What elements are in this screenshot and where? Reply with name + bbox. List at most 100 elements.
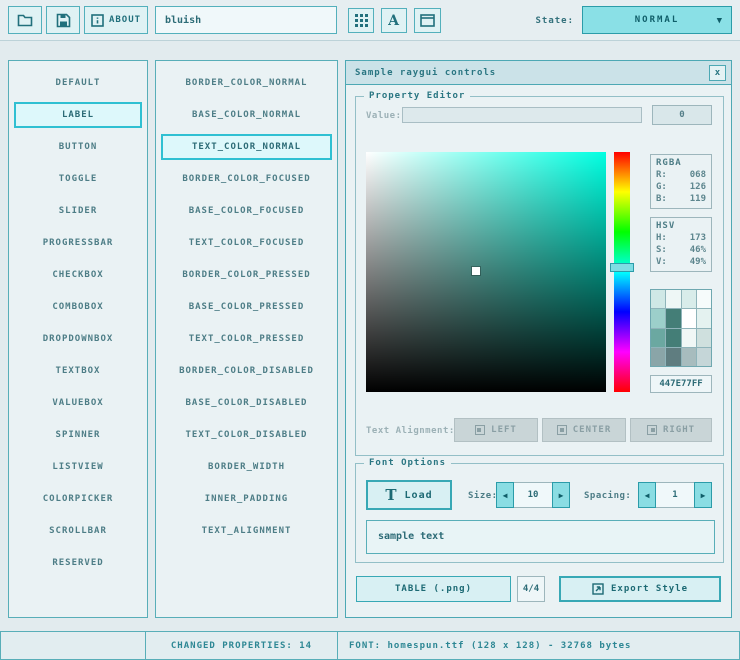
style-property-item[interactable]: TEXT_COLOR_NORMAL [161,134,332,160]
size-value[interactable]: 10 [514,482,552,508]
control-type-item[interactable]: TEXTBOX [14,358,142,384]
style-property-item[interactable]: TEXT_ALIGNMENT [161,518,332,544]
s-value: 46% [690,244,706,256]
style-property-item[interactable]: BASE_COLOR_FOCUSED [161,198,332,224]
size-increase-button[interactable]: ▶ [552,482,570,508]
style-property-item[interactable]: BORDER_COLOR_DISABLED [161,358,332,384]
style-property-item[interactable]: BASE_COLOR_DISABLED [161,390,332,416]
palette-swatch[interactable] [651,290,665,308]
palette-swatch[interactable] [697,348,711,366]
folder-icon [17,13,33,27]
control-type-item[interactable]: DROPDOWNBOX [14,326,142,352]
hue-bar[interactable] [614,152,630,392]
state-label: State: [535,16,574,26]
align-left-label: LEFT [491,425,517,435]
control-type-item[interactable]: COLORPICKER [14,486,142,512]
palette-swatch[interactable] [666,290,680,308]
export-style-button[interactable]: Export Style [559,576,721,602]
control-type-item[interactable]: COMBOBOX [14,294,142,320]
control-type-item[interactable]: SCROLLBAR [14,518,142,544]
hsv-title: HSV [656,221,706,231]
hex-value-box[interactable]: 447E77FF [650,375,712,393]
status-bar: CHANGED PROPERTIES: 14 FONT: homespun.tt… [0,631,740,660]
test-window-button[interactable] [414,8,441,33]
palette-swatch[interactable] [697,329,711,347]
size-label: Size: [468,491,498,501]
size-decrease-button[interactable]: ◀ [496,482,514,508]
palette-swatch[interactable] [666,309,680,327]
s-label: S: [656,244,667,256]
load-style-button[interactable] [8,6,42,34]
style-property-item[interactable]: BORDER_COLOR_NORMAL [161,70,332,96]
window-titlebar: Sample raygui controls x [346,61,731,85]
style-property-item[interactable]: BORDER_COLOR_FOCUSED [161,166,332,192]
palette-swatch[interactable] [651,329,665,347]
style-property-item[interactable]: TEXT_COLOR_PRESSED [161,326,332,352]
style-property-item[interactable]: TEXT_COLOR_FOCUSED [161,230,332,256]
close-button[interactable]: x [709,65,726,81]
control-type-item[interactable]: CHECKBOX [14,262,142,288]
style-table-view-button[interactable] [348,8,374,33]
align-center-icon [557,425,567,435]
h-label: H: [656,232,667,244]
control-type-item[interactable]: LISTVIEW [14,454,142,480]
state-dropdown[interactable]: NORMAL ▼ [582,6,732,34]
load-font-label: Load [405,490,433,501]
palette-swatch[interactable] [651,309,665,327]
style-property-item[interactable]: INNER_PADDING [161,486,332,512]
control-type-item[interactable]: BUTTON [14,134,142,160]
control-type-item[interactable]: DEFAULT [14,70,142,96]
value-box[interactable]: 0 [652,105,712,125]
b-value: 119 [690,193,706,205]
style-property-item[interactable]: BASE_COLOR_NORMAL [161,102,332,128]
style-property-item[interactable]: BORDER_COLOR_PRESSED [161,262,332,288]
load-font-button[interactable]: T Load [366,480,452,510]
font-mode-button[interactable]: A [381,8,407,33]
toolbar: ABOUT A State: NORMAL ▼ [0,0,740,41]
control-type-item[interactable]: RESERVED [14,550,142,576]
control-type-item[interactable]: TOGGLE [14,166,142,192]
font-spacing-spinner: ◀ 1 ▶ [638,482,712,508]
palette-swatch[interactable] [697,290,711,308]
hue-slider-handle[interactable] [610,263,634,272]
property-editor-group: Property Editor Value: 0 RGBA R:068 G:12… [355,96,724,456]
spacing-value[interactable]: 1 [656,482,694,508]
palette-swatch[interactable] [682,348,696,366]
r-value: 068 [690,169,706,181]
save-icon [56,13,71,28]
about-label: ABOUT [109,15,141,25]
font-info-status: FONT: homespun.ttf (128 x 128) - 32768 b… [337,631,740,660]
align-right-button[interactable]: RIGHT [630,418,712,442]
control-type-item[interactable]: SLIDER [14,198,142,224]
palette-swatch[interactable] [697,309,711,327]
style-name-input[interactable] [155,6,337,34]
control-type-item[interactable]: VALUEBOX [14,390,142,416]
palette-swatch[interactable] [651,348,665,366]
palette-swatch[interactable] [682,290,696,308]
value-label: Value: [366,111,402,121]
save-style-button[interactable] [46,6,80,34]
spacing-decrease-button[interactable]: ◀ [638,482,656,508]
palette-swatch[interactable] [666,329,680,347]
text-alignment-label: Text Alignment: [366,426,455,436]
value-slider[interactable] [402,107,642,123]
close-icon: x [715,69,720,78]
align-center-button[interactable]: CENTER [542,418,626,442]
align-left-button[interactable]: LEFT [454,418,538,442]
style-property-item[interactable]: TEXT_COLOR_DISABLED [161,422,332,448]
color-picker-area[interactable] [366,152,606,392]
export-table-button[interactable]: TABLE (.png) [356,576,511,602]
align-left-icon [475,425,485,435]
sample-text-box[interactable]: sample text [366,520,715,554]
spacing-increase-button[interactable]: ▶ [694,482,712,508]
control-type-item[interactable]: PROGRESSBAR [14,230,142,256]
palette-swatch[interactable] [682,329,696,347]
about-button[interactable]: ABOUT [84,6,148,34]
style-property-item[interactable]: BASE_COLOR_PRESSED [161,294,332,320]
control-type-item[interactable]: SPINNER [14,422,142,448]
control-type-item[interactable]: LABEL [14,102,142,128]
palette-swatch[interactable] [666,348,680,366]
controls-list: DEFAULT LABEL BUTTON TOGGLE SLIDER PROGRESSBA… [8,60,148,618]
palette-swatch[interactable] [682,309,696,327]
style-property-item[interactable]: BORDER_WIDTH [161,454,332,480]
